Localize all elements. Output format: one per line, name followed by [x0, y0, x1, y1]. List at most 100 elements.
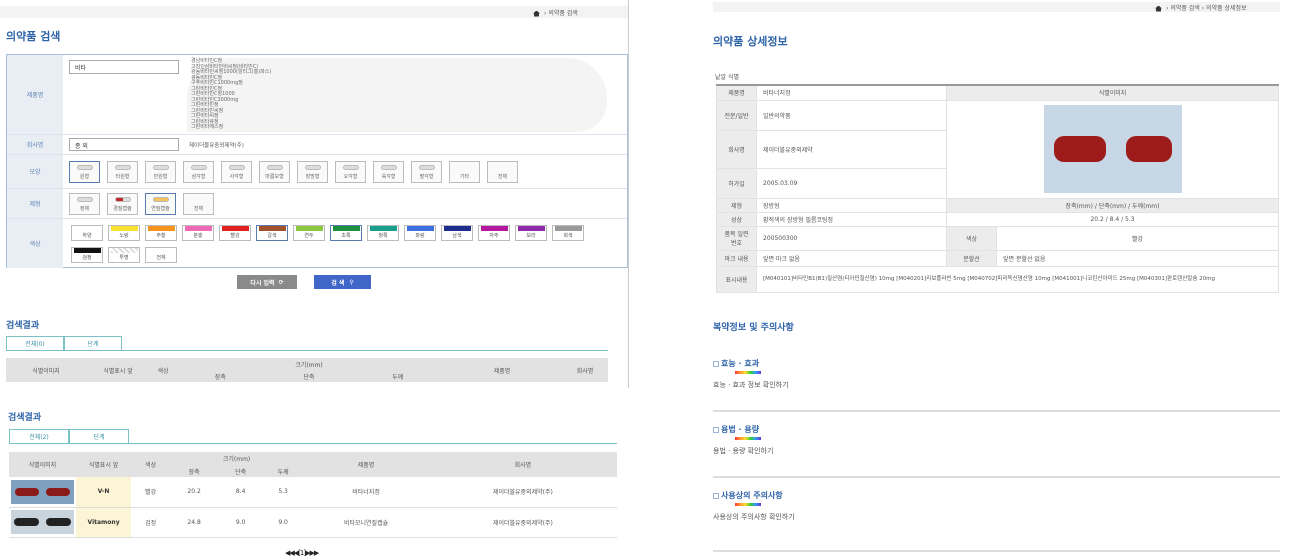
tab-all[interactable]: 전체(0): [6, 336, 64, 350]
tab-step[interactable]: 단계: [69, 429, 129, 443]
th-mark: 식별표시 앞: [86, 358, 150, 382]
shape-option[interactable]: 사각형: [221, 161, 252, 183]
color-option[interactable]: 전체: [145, 247, 177, 263]
color-option[interactable]: 남색: [441, 225, 473, 241]
pill-photo: [11, 510, 74, 534]
form-option[interactable]: 경질캡슐: [107, 193, 138, 215]
label-form: 제형: [716, 197, 757, 213]
shape-option[interactable]: 기타: [449, 161, 480, 183]
value-mark: 앞면 마크 없음: [756, 249, 947, 267]
color-option[interactable]: 자주: [478, 225, 510, 241]
color-row: 색상 하양 노랑 주황 분홍 빨강 갈색 연두 초록 청록 파랑 남색 자주 보라 회색 검정 투명 전체: [7, 219, 627, 268]
form-option-label: 전체: [193, 206, 204, 212]
color-option[interactable]: 주황: [145, 225, 177, 241]
pagination[interactable]: ◀◀◀[1]▶▶▶: [285, 549, 319, 557]
search-label: 검 색: [331, 279, 345, 287]
section-link[interactable]: 효능 · 효과 정보 확인하기: [713, 380, 1280, 390]
company-input[interactable]: 종 외: [69, 138, 179, 151]
home-icon[interactable]: [1155, 5, 1162, 12]
company-suggestion[interactable]: 제이더블유중외제약(주): [189, 141, 244, 149]
table-row[interactable]: V-N 빨강 20.2 8.4 5.3 비타너지정 제이더블유중외제약(주): [9, 477, 617, 507]
label-color: 색상: [946, 225, 997, 251]
section-dosage[interactable]: 용법 · 용량 용법 · 용량 확인하기: [713, 424, 1280, 479]
label-mark: 마크 내용: [716, 249, 757, 267]
shape-option[interactable]: 전체: [487, 161, 518, 183]
color-option[interactable]: 빨강: [219, 225, 251, 241]
color-option[interactable]: 회색: [552, 225, 584, 241]
shape-option[interactable]: 삼각형: [183, 161, 214, 183]
shape-option[interactable]: 오각형: [335, 161, 366, 183]
color-option-label: 투명: [119, 255, 129, 261]
image-header: 식별이미지: [946, 84, 1279, 101]
tab-step[interactable]: 단계: [64, 336, 122, 350]
color-swatch: [332, 226, 360, 231]
right-breadcrumb: › 의약품 검색 › 의약품 상세정보: [1155, 3, 1247, 12]
product-cell[interactable]: 비타너지정: [303, 477, 428, 507]
reset-button[interactable]: 다시 입력 ⟳: [237, 275, 297, 289]
product-input[interactable]: 비타: [69, 60, 179, 74]
color-option[interactable]: 파랑: [404, 225, 436, 241]
shape-option[interactable]: 마름모형: [259, 161, 290, 183]
shape-icon: [228, 165, 245, 170]
color-option[interactable]: 검정: [71, 247, 103, 263]
color-option[interactable]: 연두: [293, 225, 325, 241]
shape-option[interactable]: 원형: [69, 161, 100, 183]
shape-option[interactable]: 반원형: [145, 161, 176, 183]
color-option-label: 초록: [341, 233, 351, 239]
color-option[interactable]: 보라: [515, 225, 547, 241]
company-row: 회사명 종 외 제이더블유중외제약(주): [7, 135, 627, 155]
shape-option[interactable]: 장방형: [297, 161, 328, 183]
color-option[interactable]: 분홍: [182, 225, 214, 241]
color-option-label: 파랑: [415, 233, 425, 239]
color-option-label: 회색: [563, 233, 573, 239]
section-efficacy[interactable]: 효능 · 효과 효능 · 효과 정보 확인하기: [713, 358, 1280, 413]
form-option-label: 정제: [79, 206, 90, 212]
color-option[interactable]: 청록: [367, 225, 399, 241]
color-swatch: [110, 248, 138, 253]
search-button[interactable]: 검 색 ⚲: [314, 275, 371, 289]
home-icon[interactable]: [533, 10, 540, 17]
pill-photo: [11, 479, 74, 504]
shape-option-label: 팔각형: [419, 174, 434, 180]
th-long: 장축: [169, 465, 219, 477]
divider: [713, 476, 1280, 478]
value-color: 빨강: [996, 225, 1279, 251]
checkbox-icon: [713, 426, 719, 433]
shape-option-label: 육각형: [381, 174, 396, 180]
shape-icon: [266, 165, 283, 170]
th-thick: 두께: [353, 370, 442, 382]
color-cell: 검정: [145, 519, 157, 527]
section-link[interactable]: 용법 · 용량 확인하기: [713, 446, 1280, 456]
shape-icon: [380, 165, 397, 170]
shape-option-label: 전체: [497, 174, 508, 180]
shape-option[interactable]: 팔각형: [411, 161, 442, 183]
section-link[interactable]: 사용상의 주의사항 확인하기: [713, 512, 1280, 522]
color-option-label: 자주: [489, 233, 499, 239]
form-option[interactable]: 전체: [183, 193, 214, 215]
color-swatch: [480, 226, 508, 231]
breadcrumb-current[interactable]: 의약품 검색: [548, 10, 578, 17]
suggestion-item[interactable]: 그린비타에스정: [191, 124, 603, 131]
breadcrumb-item[interactable]: 의약품 검색: [1170, 5, 1200, 12]
section-precautions[interactable]: 사용상의 주의사항 사용상의 주의사항 확인하기: [713, 490, 1280, 552]
color-option-label: 갈색: [267, 233, 277, 239]
tab-all[interactable]: 전체(2): [9, 429, 69, 443]
color-option[interactable]: 하양: [71, 225, 103, 241]
short-cell: 8.4: [235, 488, 246, 496]
shape-option[interactable]: 타원형: [107, 161, 138, 183]
color-option[interactable]: 투명: [108, 247, 140, 263]
color-option[interactable]: 갈색: [256, 225, 288, 241]
shape-options: 원형 타원형 반원형 삼각형 사각형 마름모형 장방형 오각형 육각형 팔각형 기타 전체: [69, 161, 518, 183]
product-cell[interactable]: 비타모니연질캡슐: [303, 507, 428, 537]
shape-icon: [342, 165, 359, 170]
color-option[interactable]: 노랑: [108, 225, 140, 241]
shape-icon: [76, 165, 93, 170]
th-image: 식별이미지: [6, 358, 86, 382]
color-option[interactable]: 초록: [330, 225, 362, 241]
table-row[interactable]: Vitamony 검정 24.8 9.0 9.0 비타모니연질캡슐 제이더블유중…: [9, 507, 617, 537]
color-option-label: 남색: [452, 233, 462, 239]
form-option[interactable]: 정제: [69, 193, 100, 215]
color-cell: 빨강: [145, 489, 157, 497]
shape-option[interactable]: 육각형: [373, 161, 404, 183]
form-option[interactable]: 연질캡슐: [145, 193, 176, 215]
